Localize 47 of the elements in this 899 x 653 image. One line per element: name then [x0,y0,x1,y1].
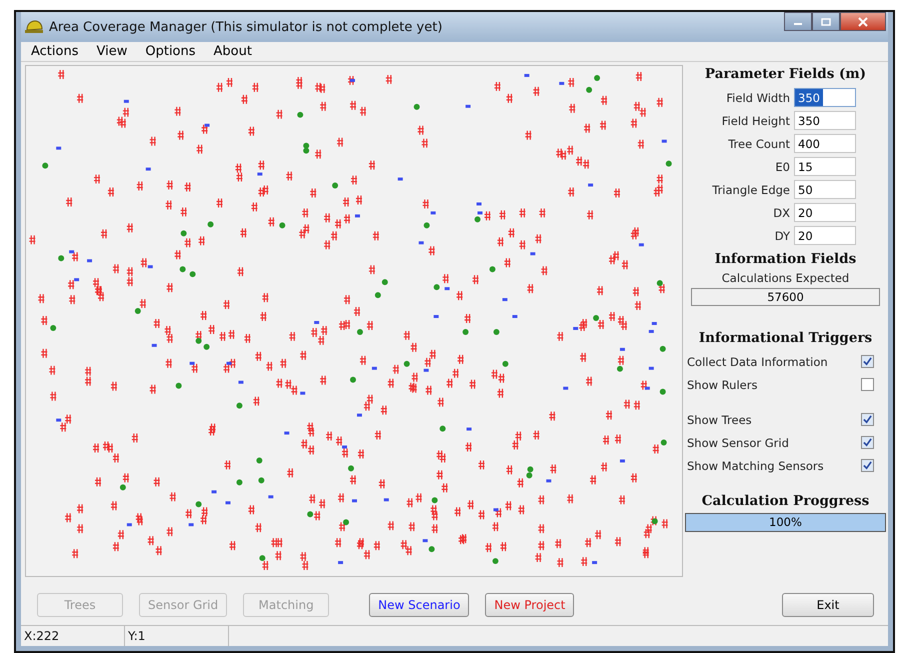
maximize-button[interactable] [812,12,840,31]
minimize-button[interactable] [784,12,812,31]
close-button[interactable] [840,12,886,31]
section-heading: Calculation Proggress [700,493,870,509]
window-title: Area Coverage Manager (This simulator is not complete yet) [49,20,442,34]
section-heading: Informational Triggers [698,330,874,346]
menu-item[interactable]: Options [145,44,196,59]
field-label: Tree Count [728,136,790,150]
input-field[interactable]: 350 [794,88,856,107]
maximize-icon [821,18,831,26]
value-display: 57600 [691,288,880,306]
menu-item[interactable]: Actions [31,44,78,59]
checkbox[interactable] [861,436,874,449]
field-label: Triangle Edge [712,182,790,196]
checkbox-label: Show Trees [687,412,752,426]
field-label: DY [774,228,790,242]
input-field[interactable]: 20 [794,203,856,222]
checkbox-label: Show Matching Sensors [687,458,824,472]
status-text: X:222 [21,626,125,646]
field-label: Field Height [722,114,790,128]
field-label: E0 [775,160,790,174]
checkbox-label: Show Sensor Grid [687,436,789,450]
checkbox-label: Show Rulers [687,378,758,392]
checkbox-label: Collect Data Information [687,354,828,368]
action-button[interactable]: New Project [485,593,574,617]
input-field[interactable]: 400 [794,134,856,153]
close-icon [858,16,868,26]
progress-reading: 100% [768,514,803,531]
checkbox[interactable] [861,459,874,472]
action-button[interactable]: New Scenario [369,593,470,617]
checkbox[interactable] [861,413,874,426]
input-field[interactable]: 350 [794,111,856,130]
input-field[interactable]: 50 [794,180,856,199]
menu-item[interactable]: About [214,44,252,59]
input-field[interactable]: 20 [794,226,856,245]
input-field[interactable]: 15 [794,157,856,176]
menu-item[interactable]: View [96,44,128,59]
checkbox[interactable] [861,355,874,368]
section-heading: Parameter Fields (m) [704,66,868,82]
field-label: Calculations Expected [720,271,850,285]
checkbox[interactable] [861,378,874,391]
field-label: Field Width [726,90,790,104]
status-text: Y:1 [125,626,229,646]
section-heading: Information Fields [714,251,858,267]
field-label: DX [773,206,790,220]
helmet-icon [25,19,43,35]
exit-button[interactable]: Exit [782,593,874,617]
